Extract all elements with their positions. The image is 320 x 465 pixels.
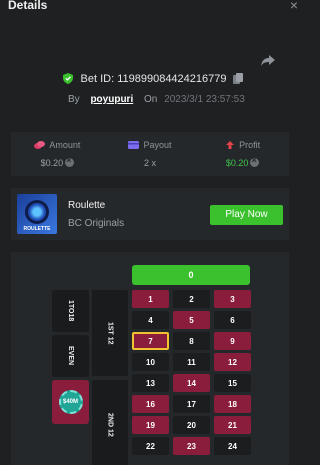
bet-id-row: Bet ID: 119899084424216779 — [0, 73, 306, 87]
bet-id-value: 119899084424216779 — [117, 73, 227, 85]
number-cell: 1 — [132, 290, 169, 308]
number-cell: 2 — [173, 290, 210, 308]
number-cell: 9 — [214, 332, 251, 350]
number-cell: 11 — [173, 353, 210, 371]
coins-icon — [34, 141, 46, 149]
roulette-wheel-icon — [25, 200, 49, 224]
first-dozen-cell: 1ST 12 — [92, 290, 128, 376]
username-link[interactable]: poyupuri — [90, 94, 133, 105]
bet-timestamp: 2023/3/1 23:57:53 — [164, 94, 245, 105]
number-cell: 20 — [173, 416, 210, 434]
number-cell: 17 — [173, 395, 210, 413]
number-cell: 6 — [214, 311, 251, 329]
amount-label: Amount — [49, 140, 81, 150]
bet-stats: Amount $0.20 Payout 2 x Profit $0.20 — [11, 132, 289, 176]
winning-bet-cell: $40M — [52, 380, 89, 424]
number-cell: 3 — [214, 290, 251, 308]
number-cell: 15 — [214, 374, 251, 392]
share-icon[interactable] — [260, 52, 276, 68]
one-to-eighteen-cell: 1TO18 — [52, 290, 89, 332]
payout-label: Payout — [143, 140, 172, 150]
profit-value: $0.20 — [225, 158, 249, 168]
number-cell: 16 — [132, 395, 169, 413]
even-cell: EVEN — [52, 335, 89, 377]
bet-id-label: Bet ID: — [80, 73, 115, 85]
number-cell: 12 — [214, 353, 251, 371]
zero-cell: 0 — [132, 265, 250, 285]
one-to-eighteen-label: 1TO18 — [67, 300, 74, 322]
number-cell: 10 — [132, 353, 169, 371]
currency-icon — [65, 155, 75, 167]
number-cell: 24 — [214, 437, 251, 455]
play-now-button[interactable]: Play Now — [210, 205, 283, 225]
number-cell: 21 — [214, 416, 251, 434]
number-cell: 23 — [173, 437, 210, 455]
profit-stat: Profit $0.20 — [196, 132, 289, 176]
payout-value: 2 x — [144, 158, 157, 168]
copy-icon[interactable] — [232, 73, 243, 87]
number-cell: 13 — [132, 374, 169, 392]
amount-value: $0.20 — [40, 158, 64, 168]
page-title: Details — [8, 0, 48, 12]
number-cell: 18 — [214, 395, 251, 413]
number-cell: 4 — [132, 311, 169, 329]
payout-icon — [128, 141, 140, 149]
bet-meta: By poyupuri On 2023/3/1 23:57:53 — [68, 94, 245, 105]
chip-label: $40M — [62, 399, 78, 405]
even-label: EVEN — [67, 346, 74, 366]
game-provider: BC Originals — [68, 218, 125, 229]
by-label: By — [68, 94, 80, 105]
number-cell: 19 — [132, 416, 169, 434]
details-header: Details × — [0, 0, 306, 14]
game-name: Roulette — [68, 200, 106, 211]
second-dozen-label: 2ND 12 — [106, 413, 114, 437]
bet-chip-icon: $40M — [58, 390, 83, 414]
amount-stat: Amount $0.20 — [11, 132, 104, 176]
number-cell: 14 — [173, 374, 210, 392]
thumbnail-label: ROULETTE — [23, 226, 51, 232]
number-cell: 7 — [132, 332, 169, 350]
number-cell: 22 — [132, 437, 169, 455]
close-icon[interactable]: × — [290, 0, 298, 13]
second-dozen-cell: 2ND 12 — [92, 380, 128, 465]
on-label: On — [144, 94, 158, 105]
profit-label: Profit — [239, 140, 261, 150]
profit-icon — [226, 141, 235, 149]
first-dozen-label: 1ST 12 — [106, 321, 114, 345]
number-cell: 8 — [173, 332, 210, 350]
currency-icon — [250, 155, 260, 167]
game-thumbnail[interactable]: ROULETTE — [17, 194, 57, 234]
shield-icon — [63, 73, 74, 87]
payout-stat: Payout 2 x — [104, 132, 197, 176]
game-card: ROULETTE Roulette BC Originals Play Now — [11, 188, 289, 240]
number-cell: 5 — [173, 311, 210, 329]
